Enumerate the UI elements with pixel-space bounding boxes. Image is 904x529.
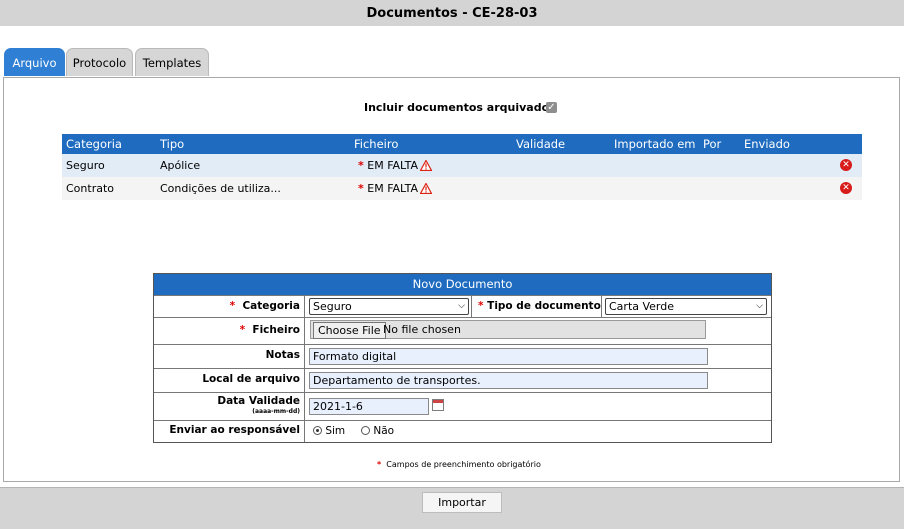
local-arquivo-label: Local de arquivo [154,369,305,392]
form-title: Novo Documento [154,274,771,295]
row-ficheiro: * Ficheiro Choose File No file chosen [154,317,771,344]
local-arquivo-input[interactable]: Departamento de transportes. [309,372,708,389]
cell-ficheiro: * EM FALTA [358,182,433,195]
row-categoria: * Categoria Seguro ⌵ * Tipo de documento … [154,295,771,317]
radio-nao[interactable]: Não [361,425,394,437]
calendar-icon[interactable] [432,399,444,411]
notas-label: Notas [154,345,305,368]
required-star: * [358,182,364,195]
col-tipo[interactable]: Tipo [160,137,184,151]
warning-icon [420,160,433,171]
chevron-down-icon: ⌵ [458,301,465,311]
required-star: * [239,324,246,336]
window-title: Documentos - CE-28-03 [0,0,904,26]
row-notas: Notas Formato digital [154,344,771,368]
row-local-arquivo: Local de arquivo Departamento de transpo… [154,368,771,392]
delete-icon[interactable]: ✕ [840,159,852,171]
required-note: * Campos de preenchimento obrigatório [377,460,541,469]
import-button[interactable]: Importar [422,492,502,513]
col-enviado[interactable]: Enviado [744,137,790,151]
new-document-form: Novo Documento * Categoria Seguro ⌵ * Tip… [153,273,772,443]
missing-file-status: EM FALTA [367,159,419,172]
delete-icon[interactable]: ✕ [840,182,852,194]
tab-templates[interactable]: Templates [135,48,209,76]
notas-input[interactable]: Formato digital [309,348,708,365]
row-enviar: Enviar ao responsável Sim Não [154,420,771,442]
include-archived-label: Incluir documentos arquivados [364,101,556,114]
cell-ficheiro: * EM FALTA [358,159,433,172]
tipo-documento-label: * Tipo de documento [478,300,601,312]
row-data-validade: Data Validade (aaaa-mm-dd) 2021-1-6 [154,392,771,420]
enviar-label: Enviar ao responsável [154,421,305,442]
required-star: * [377,460,382,469]
data-validade-label: Data Validade (aaaa-mm-dd) [154,393,305,420]
table-row[interactable]: Seguro Apólice * EM FALTA ✕ [62,154,862,177]
ficheiro-label: * Ficheiro [154,318,305,344]
data-validade-input[interactable]: 2021-1-6 [309,398,429,415]
file-status: No file chosen [383,323,461,336]
categoria-select[interactable]: Seguro ⌵ [309,298,469,315]
cell-categoria: Seguro [66,159,105,172]
tab-arquivo[interactable]: Arquivo [4,48,65,76]
file-input[interactable]: Choose File No file chosen [310,320,706,339]
warning-icon [420,183,433,194]
table-row[interactable]: Contrato Condições de utiliza... * EM FA… [62,177,862,200]
chevron-down-icon: ⌵ [756,301,763,311]
col-por[interactable]: Por [703,137,721,151]
include-archived-checkbox[interactable]: ✓ [546,102,557,113]
required-star: * [478,300,484,312]
radio-nao-button[interactable] [361,426,370,435]
radio-sim-button[interactable] [313,426,322,435]
col-ficheiro[interactable]: Ficheiro [354,137,398,151]
cell-tipo: Apólice [160,159,201,172]
footer-bar: Importar [0,487,904,529]
required-star: * [358,159,364,172]
col-importado-em[interactable]: Importado em [614,137,695,151]
documents-table: Categoria Tipo Ficheiro Validade Importa… [62,134,862,200]
cell-categoria: Contrato [66,182,115,195]
col-categoria[interactable]: Categoria [66,137,122,151]
radio-sim[interactable]: Sim [313,425,345,437]
documents-table-header: Categoria Tipo Ficheiro Validade Importa… [62,134,862,154]
cell-tipo: Condições de utiliza... [160,182,281,195]
tab-protocolo[interactable]: Protocolo [66,48,133,76]
missing-file-status: EM FALTA [367,182,419,195]
categoria-label: * Categoria [154,296,305,317]
choose-file-button[interactable]: Choose File [313,322,386,339]
date-format-hint: (aaaa-mm-dd) [252,408,300,415]
required-star: * [229,300,236,312]
col-validade[interactable]: Validade [516,137,565,151]
tipo-documento-select[interactable]: Carta Verde ⌵ [605,298,767,315]
